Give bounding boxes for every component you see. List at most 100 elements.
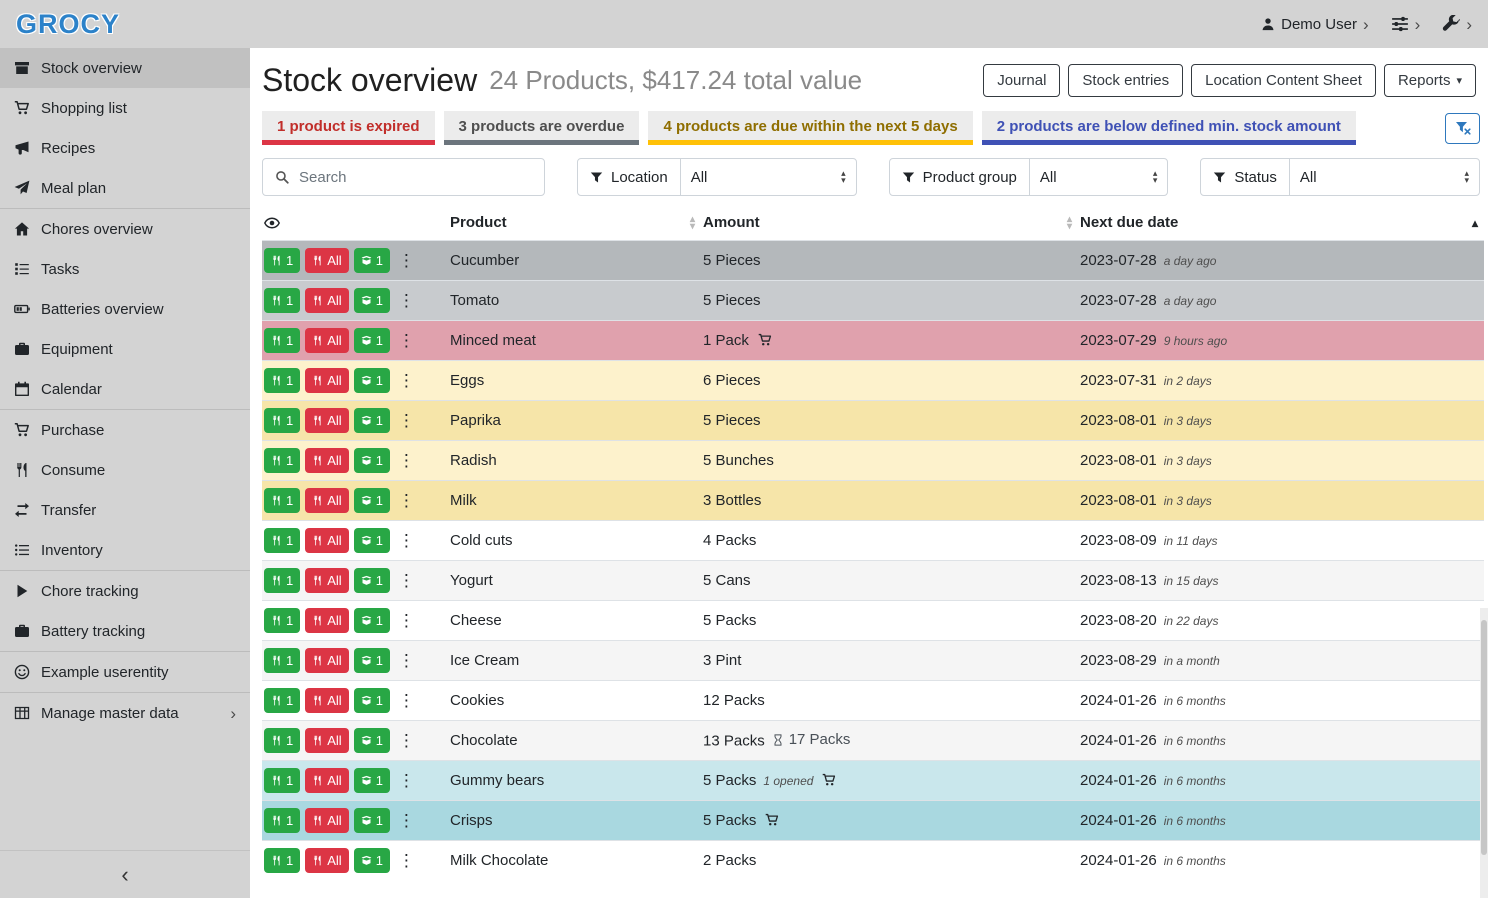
open-one-button[interactable]: 1 [354,848,390,873]
sidebar-item-meal-plan[interactable]: Meal plan [0,168,250,208]
row-menu-button[interactable]: ⋮ [395,812,418,829]
consume-all-button[interactable]: All [305,248,348,273]
open-one-button[interactable]: 1 [354,568,390,593]
consume-one-button[interactable]: 1 [264,368,300,393]
sidebar-item-chore-tracking[interactable]: Chore tracking [0,571,250,611]
open-one-button[interactable]: 1 [354,368,390,393]
row-menu-button[interactable]: ⋮ [395,452,418,469]
sidebar-item-manage-master-data[interactable]: Manage master data › [0,693,250,733]
consume-one-button[interactable]: 1 [264,808,300,833]
row-menu-button[interactable]: ⋮ [395,572,418,589]
consume-all-button[interactable]: All [305,808,348,833]
consume-one-button[interactable]: 1 [264,328,300,353]
sidebar-item-tasks[interactable]: Tasks [0,249,250,289]
column-header-product[interactable]: Product▴▾ [450,214,695,231]
clear-filters-button[interactable] [1445,113,1480,144]
open-one-button[interactable]: 1 [354,408,390,433]
status-select[interactable]: All ▴▾ [1289,159,1479,195]
consume-one-button[interactable]: 1 [264,248,300,273]
row-menu-button[interactable]: ⋮ [395,772,418,789]
overdue-filter-chip[interactable]: 3 products are overdue [444,111,640,145]
row-menu-button[interactable]: ⋮ [395,692,418,709]
row-menu-button[interactable]: ⋮ [395,252,418,269]
column-header-next-due-date[interactable]: Next due date▴ [1080,214,1478,231]
row-menu-button[interactable]: ⋮ [395,532,418,549]
consume-one-button[interactable]: 1 [264,528,300,553]
sidebar-item-shopping-list[interactable]: Shopping list [0,88,250,128]
consume-all-button[interactable]: All [305,608,348,633]
consume-one-button[interactable]: 1 [264,608,300,633]
consume-all-button[interactable]: All [305,328,348,353]
consume-all-button[interactable]: All [305,528,348,553]
consume-all-button[interactable]: All [305,648,348,673]
consume-one-button[interactable]: 1 [264,408,300,433]
consume-one-button[interactable]: 1 [264,568,300,593]
sidebar-item-batteries-overview[interactable]: Batteries overview [0,289,250,329]
scrollbar-thumb[interactable] [1481,620,1487,855]
row-menu-button[interactable]: ⋮ [395,652,418,669]
open-one-button[interactable]: 1 [354,248,390,273]
consume-all-button[interactable]: All [305,368,348,393]
sidebar-item-calendar[interactable]: Calendar [0,369,250,409]
open-one-button[interactable]: 1 [354,688,390,713]
admin-menu[interactable]: › [1442,15,1472,33]
open-one-button[interactable]: 1 [354,728,390,753]
consume-all-button[interactable]: All [305,568,348,593]
open-one-button[interactable]: 1 [354,648,390,673]
consume-one-button[interactable]: 1 [264,648,300,673]
sidebar-item-consume[interactable]: Consume [0,450,250,490]
open-one-button[interactable]: 1 [354,488,390,513]
consume-one-button[interactable]: 1 [264,448,300,473]
sidebar-item-battery-tracking[interactable]: Battery tracking [0,611,250,651]
below-min-stock-filter-chip[interactable]: 2 products are below defined min. stock … [982,111,1356,145]
sidebar-item-inventory[interactable]: Inventory [0,530,250,570]
consume-all-button[interactable]: All [305,488,348,513]
consume-all-button[interactable]: All [305,848,348,873]
open-one-button[interactable]: 1 [354,768,390,793]
sidebar-item-transfer[interactable]: Transfer [0,490,250,530]
sidebar-item-stock-overview[interactable]: Stock overview [0,48,250,88]
consume-all-button[interactable]: All [305,448,348,473]
scrollbar-track[interactable] [1480,608,1488,898]
open-one-button[interactable]: 1 [354,808,390,833]
row-menu-button[interactable]: ⋮ [395,492,418,509]
row-menu-button[interactable]: ⋮ [395,332,418,349]
consume-all-button[interactable]: All [305,768,348,793]
location-select[interactable]: All ▴▾ [680,159,856,195]
consume-all-button[interactable]: All [305,688,348,713]
sidebar-item-chores-overview[interactable]: Chores overview [0,209,250,249]
sidebar-item-recipes[interactable]: Recipes [0,128,250,168]
location-content-sheet-button[interactable]: Location Content Sheet [1191,64,1376,97]
open-one-button[interactable]: 1 [354,328,390,353]
consume-one-button[interactable]: 1 [264,768,300,793]
visibility-toggle[interactable] [264,215,442,231]
open-one-button[interactable]: 1 [354,448,390,473]
settings-menu[interactable]: › [1391,15,1421,33]
consume-all-button[interactable]: All [305,288,348,313]
column-header-amount[interactable]: Amount▴▾ [703,214,1072,231]
sidebar-item-purchase[interactable]: Purchase [0,410,250,450]
consume-one-button[interactable]: 1 [264,288,300,313]
consume-one-button[interactable]: 1 [264,688,300,713]
reports-button[interactable]: Reports▾ [1384,64,1476,97]
open-one-button[interactable]: 1 [354,528,390,553]
user-menu[interactable]: Demo User › [1261,16,1369,33]
row-menu-button[interactable]: ⋮ [395,292,418,309]
open-one-button[interactable]: 1 [354,288,390,313]
consume-one-button[interactable]: 1 [264,488,300,513]
due-soon-filter-chip[interactable]: 4 products are due within the next 5 day… [648,111,972,145]
sidebar-item-equipment[interactable]: Equipment [0,329,250,369]
product-group-select[interactable]: All ▴▾ [1029,159,1167,195]
consume-all-button[interactable]: All [305,408,348,433]
row-menu-button[interactable]: ⋮ [395,852,418,869]
journal-button[interactable]: Journal [983,64,1060,97]
row-menu-button[interactable]: ⋮ [395,372,418,389]
open-one-button[interactable]: 1 [354,608,390,633]
row-menu-button[interactable]: ⋮ [395,732,418,749]
app-logo[interactable]: GROCY [16,9,120,40]
stock-entries-button[interactable]: Stock entries [1068,64,1183,97]
row-menu-button[interactable]: ⋮ [395,612,418,629]
consume-one-button[interactable]: 1 [264,728,300,753]
search-input[interactable] [299,169,544,186]
row-menu-button[interactable]: ⋮ [395,412,418,429]
